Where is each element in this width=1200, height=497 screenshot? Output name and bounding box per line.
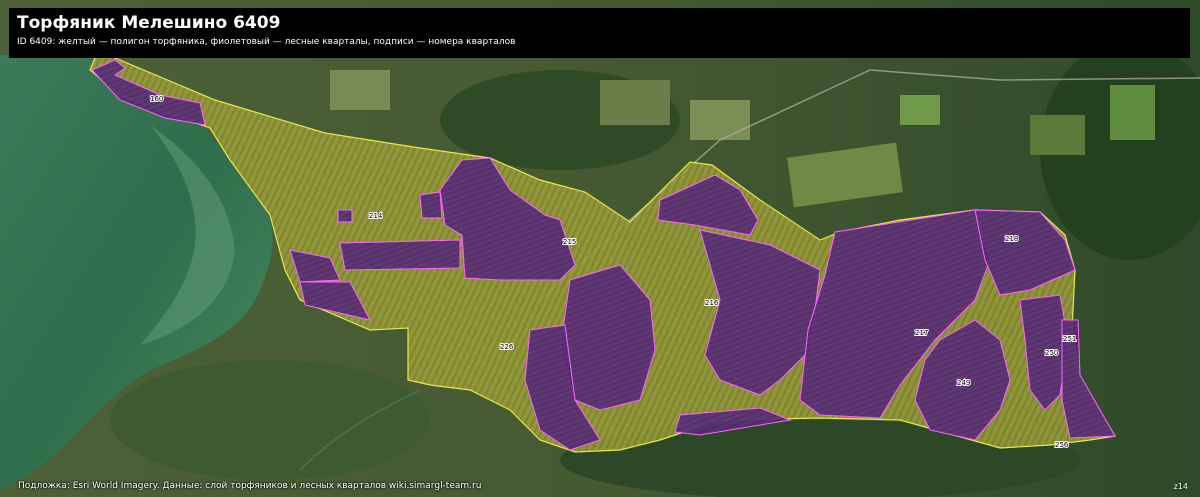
quarter-label-217: 217 [915,329,928,337]
field [1030,115,1085,155]
map-subtitle: ID 6409: желтый — полигон торфяника, фио… [17,37,516,47]
quarter-label-250: 250 [1045,349,1058,357]
field [600,80,670,125]
quarter-label-226: 226 [500,343,514,351]
zoom-level-label: z14 [1173,482,1188,491]
field [1110,85,1155,140]
quarter-polygon[interactable] [337,209,353,223]
quarter-label-216: 216 [705,299,719,307]
quarter-label-218: 218 [1005,235,1018,243]
map-title: Торфяник Мелешино 6409 [17,13,281,33]
quarter-label-249: 249 [957,379,970,387]
quarter-label-160: 160 [150,95,163,103]
field [690,100,750,140]
satellite-basemap: 160 214 215 216 217 218 226 249 250 251 … [0,0,1200,497]
field [330,70,390,110]
forest-patch [110,360,430,480]
quarter-label-251: 251 [1063,335,1076,343]
quarter-label-256: 256 [1055,441,1069,449]
quarter-polygon[interactable] [419,191,443,219]
map-attribution: Подложка: Esri World Imagery. Данные: сл… [18,481,482,491]
map-view[interactable]: 160 214 215 216 217 218 226 249 250 251 … [0,0,1200,497]
quarter-label-215: 215 [563,238,576,246]
map-header: Торфяник Мелешино 6409 ID 6409: желтый —… [9,8,1190,58]
quarter-label-214: 214 [369,212,383,220]
quarter-polygon[interactable] [339,239,461,271]
field [900,95,940,125]
